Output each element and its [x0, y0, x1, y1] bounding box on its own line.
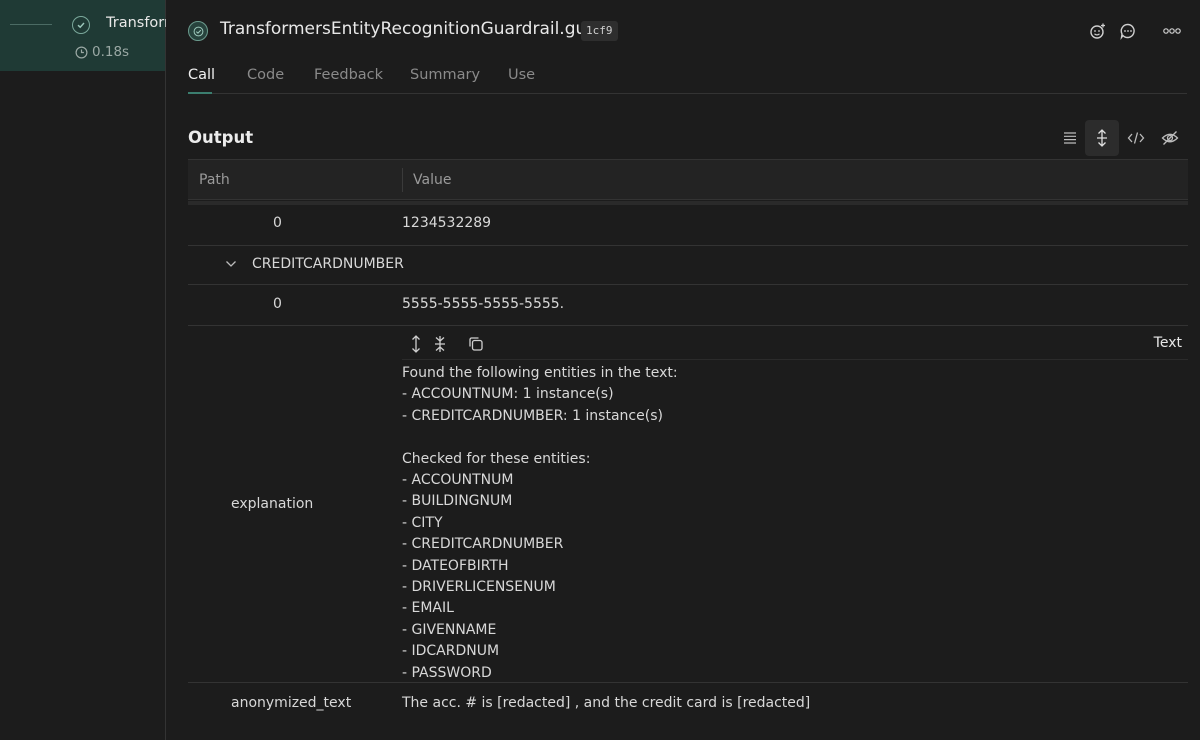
code-view-icon[interactable]: [1119, 120, 1153, 156]
path-cell: anonymized_text: [231, 695, 352, 711]
trace-item[interactable]: Transformers 0.18s: [0, 0, 166, 71]
table-row-explanation[interactable]: explanation Text Found the following ent…: [188, 326, 1188, 683]
value-cell: 1234532289: [402, 215, 492, 231]
list-view-icon[interactable]: [1053, 120, 1087, 156]
clock-icon: [75, 46, 88, 58]
active-tab-indicator: [188, 92, 212, 94]
table-row[interactable]: anonymized_text The acc. # is [redacted]…: [188, 683, 1188, 725]
path-cell: 0: [273, 215, 282, 231]
success-check-icon: [72, 16, 90, 34]
path-cell: 0: [273, 296, 282, 312]
table-row[interactable]: CREDITCARDNUMBER: [188, 246, 1188, 285]
more-icon[interactable]: [1160, 21, 1184, 41]
tab-code[interactable]: Code: [247, 67, 284, 83]
page-title: TransformersEntityRecognitionGuardrail.g…: [220, 19, 615, 39]
path-cell: explanation: [231, 496, 314, 512]
column-header-path[interactable]: Path: [199, 172, 230, 188]
collapse-text-icon[interactable]: [430, 334, 450, 354]
trace-item-duration: 0.18s: [75, 44, 129, 60]
call-id-badge[interactable]: 1cf9: [581, 21, 618, 41]
header-actions: [1088, 19, 1200, 45]
explanation-text: Found the following entities in the text…: [402, 365, 678, 681]
hide-icon[interactable]: [1153, 120, 1187, 156]
path-cell: CREDITCARDNUMBER: [252, 256, 404, 272]
copy-icon[interactable]: [466, 334, 486, 354]
comment-icon[interactable]: [1118, 21, 1138, 41]
column-divider[interactable]: [402, 168, 403, 192]
expand-rows-icon[interactable]: [1085, 120, 1119, 156]
status-check-icon: [188, 21, 208, 41]
trace-sidebar: Transformers 0.18s: [0, 0, 166, 740]
value-cell: 5555-5555-5555-5555.: [402, 296, 565, 312]
output-view-controls: [1053, 120, 1189, 156]
table-row[interactable]: 0 5555-5555-5555-5555.: [188, 285, 1188, 326]
trace-connector-line: [10, 24, 52, 25]
trace-item-name: Transformers: [106, 15, 166, 31]
value-cell: The acc. # is [redacted] , and the credi…: [402, 695, 811, 711]
column-header-value[interactable]: Value: [413, 172, 451, 188]
chevron-down-icon[interactable]: [225, 260, 237, 268]
output-table: Path Value 0 1234532289 CREDITCARDNUMBER…: [188, 159, 1188, 740]
table-row[interactable]: 0 1234532289: [188, 205, 1188, 246]
tab-call[interactable]: Call: [188, 67, 215, 83]
output-section-title: Output: [188, 128, 254, 147]
call-header: TransformersEntityRecognitionGuardrail.g…: [188, 19, 1200, 45]
table-header: Path Value: [188, 159, 1188, 200]
text-toolbar: Text: [402, 334, 1188, 360]
tab-summary[interactable]: Summary: [410, 67, 480, 83]
tab-feedback[interactable]: Feedback: [314, 67, 383, 83]
emoji-add-icon[interactable]: [1088, 21, 1108, 41]
text-mode-toggle[interactable]: Text: [1154, 335, 1182, 351]
tab-use[interactable]: Use: [508, 67, 535, 83]
expand-text-icon[interactable]: [406, 334, 426, 354]
call-tabs: Call Code Feedback Summary Use: [188, 62, 1187, 94]
duration-text: 0.18s: [92, 44, 130, 60]
